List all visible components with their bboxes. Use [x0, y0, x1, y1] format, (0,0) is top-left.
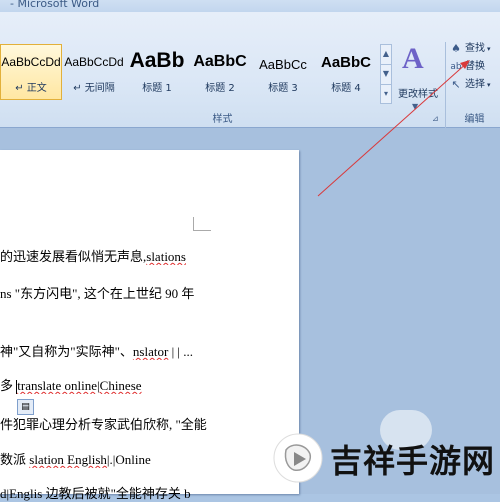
chevron-down-icon: ▾: [487, 45, 491, 53]
text-line: d|Englis 边教后被就"全能神存关 b: [0, 483, 191, 502]
styles-group-label: 样式: [212, 114, 233, 125]
quick-styles-gallery: AaBbCcDd ↵ 正文 AaBbCcDd ↵ 无间隔 AaBb 标题 1 A…: [0, 44, 380, 104]
text-line: 的迅速发展看似悄无声息,slations: [0, 246, 186, 265]
find-button[interactable]: ♠ 查找 ▾: [449, 40, 500, 58]
margin-corner-mark: [193, 217, 211, 231]
watermark-text: 吉祥手游网: [330, 442, 496, 480]
style-label: 标题 4: [331, 83, 361, 94]
document-page[interactable]: 的迅速发展看似悄无声息,slations ns "东方闪电", 这个在上世纪 9…: [0, 150, 299, 501]
editing-group-label: 编辑: [464, 114, 485, 125]
text-run: 件犯罪心理分析专家武伯欣称, "全能: [0, 417, 207, 432]
style-tile-heading-3[interactable]: AaBbCc 标题 3: [252, 44, 314, 100]
gallery-up-button[interactable]: ▲: [381, 45, 391, 65]
text-run: 数派: [0, 452, 30, 467]
gallery-scroll: ▲ ▼ ▾: [380, 44, 392, 104]
text-line: 多 translate online|Chinese: [0, 375, 142, 395]
text-line: 数派 slation English|.|Online: [0, 449, 151, 468]
style-tile-normal[interactable]: AaBbCcDd ↵ 正文: [0, 44, 62, 100]
text-run: 多: [0, 378, 14, 393]
style-tile-heading-1[interactable]: AaBb 标题 1: [126, 44, 188, 100]
style-sample: AaBbCcDd: [1, 55, 61, 69]
style-sample: AaBbCc: [259, 57, 307, 72]
style-sample: AaBb: [129, 49, 185, 72]
style-label: ↵ 正文: [15, 83, 47, 94]
select-button[interactable]: ↖ 选择 ▾: [449, 76, 500, 94]
ribbon: AaBbCcDd ↵ 正文 AaBbCcDd ↵ 无间隔 AaBb 标题 1 A…: [0, 12, 500, 138]
misspelled-word: translate online|Chinese: [17, 378, 142, 393]
select-label: 选择: [465, 79, 485, 90]
watermark-logo: [273, 433, 323, 483]
text-run: ns "东方闪电", 这个在上世纪 90 年: [0, 286, 195, 301]
text-run: 的迅速发展看似悄无声息,: [0, 249, 147, 264]
style-sample: AaBbC: [320, 54, 371, 71]
text-run: 神"又自称为"实际神"、: [0, 344, 133, 359]
change-styles-button[interactable]: A 更改样式 ▼: [394, 42, 442, 114]
style-tile-no-spacing[interactable]: AaBbCcDd ↵ 无间隔: [63, 44, 125, 100]
text-line: 件犯罪心理分析专家武伯欣称, "全能: [0, 414, 207, 433]
editing-group: ♠ 查找 ▾ ab 替换 ↖ 选择 ▾: [449, 40, 500, 120]
style-label: ↵ 无间隔: [73, 83, 115, 94]
style-label: 标题 3: [268, 83, 298, 94]
change-styles-icon: A: [402, 42, 424, 75]
text-run: |.|Online: [106, 452, 151, 467]
window-title: - Microsoft Word: [10, 0, 100, 10]
gallery-down-button[interactable]: ▼: [381, 65, 391, 85]
text-line: ns "东方闪电", 这个在上世纪 90 年: [0, 283, 194, 302]
cursor-icon: ↖: [451, 78, 461, 91]
style-sample: AaBbC: [193, 53, 247, 70]
text-run: | | ...: [168, 344, 194, 359]
text-line: 神"又自称为"实际神"、nslator | | ...: [0, 341, 193, 360]
misspelled-word: nslator: [132, 344, 169, 359]
misspelled-word: slation English: [29, 452, 107, 467]
gallery-more-button[interactable]: ▾: [381, 85, 391, 105]
find-label: 查找: [465, 43, 485, 54]
style-label: 标题 1: [142, 83, 172, 94]
misspelled-word: slations: [146, 249, 186, 264]
replace-button[interactable]: ab 替换: [449, 58, 500, 76]
style-label: 标题 2: [205, 83, 235, 94]
replace-label: 替换: [465, 61, 485, 72]
group-divider: [445, 42, 446, 138]
binoculars-icon: ♠: [451, 42, 461, 55]
chevron-down-icon: ▼: [412, 102, 419, 111]
title-bar: - Microsoft Word: [0, 0, 500, 12]
paste-options-icon[interactable]: ▤: [17, 399, 34, 415]
style-sample: AaBbCcDd: [64, 55, 124, 69]
dialog-launcher-icon[interactable]: ⊿: [432, 114, 439, 123]
chevron-down-icon: ▾: [487, 81, 491, 89]
change-styles-label: 更改样式: [398, 89, 438, 100]
style-tile-heading-4[interactable]: AaBbC 标题 4: [315, 44, 377, 100]
style-tile-heading-2[interactable]: AaBbC 标题 2: [189, 44, 251, 100]
replace-icon: ab: [450, 62, 462, 72]
